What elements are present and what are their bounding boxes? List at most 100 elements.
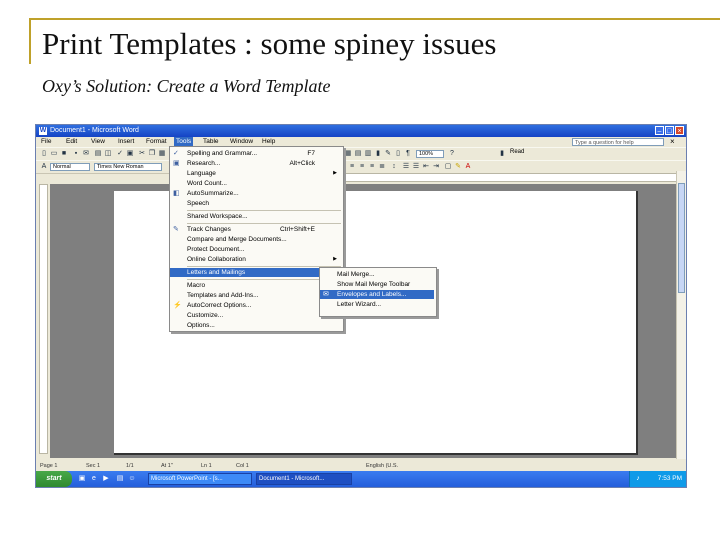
- menu-edit[interactable]: Edit: [64, 137, 79, 147]
- permission-icon[interactable]: ▪: [72, 150, 80, 158]
- start-button[interactable]: start: [36, 471, 72, 487]
- status-page-of: 1/1: [126, 463, 134, 469]
- menu-file[interactable]: File: [39, 137, 53, 147]
- print-preview-icon[interactable]: ◫: [104, 150, 112, 158]
- drawing-icon[interactable]: ✎: [384, 150, 392, 158]
- align-right-icon[interactable]: ≡: [368, 163, 376, 171]
- document-close-icon[interactable]: ×: [670, 137, 675, 147]
- style-select[interactable]: Normal: [50, 163, 90, 171]
- title-bar[interactable]: W Document1 - Microsoft Word – □ ×: [36, 125, 686, 137]
- help-icon[interactable]: ?: [448, 150, 456, 158]
- status-section: Sec 1: [86, 463, 101, 469]
- vertical-scrollbar[interactable]: [676, 171, 686, 459]
- menu-format[interactable]: Format: [144, 137, 169, 147]
- styles-pane-icon[interactable]: A: [40, 163, 48, 171]
- menu-item-options[interactable]: Options...: [170, 321, 341, 330]
- highlight-icon[interactable]: ✎: [454, 163, 462, 171]
- menu-item-word-count[interactable]: Word Count...: [170, 179, 341, 188]
- columns-icon[interactable]: ▮: [374, 150, 382, 158]
- menu-item-speech[interactable]: Speech: [170, 199, 341, 208]
- menu-item-research[interactable]: ▣ Research... Alt+Click: [170, 159, 341, 168]
- menu-item-shared-workspace[interactable]: Shared Workspace...: [170, 212, 341, 221]
- menu-item-letters-and-mailings[interactable]: Letters and Mailings▶: [170, 268, 341, 277]
- print-icon[interactable]: ▤: [94, 150, 102, 158]
- menu-item-language[interactable]: Language ▶: [170, 169, 341, 178]
- window-title: Document1 - Microsoft Word: [50, 127, 139, 134]
- menu-item-envelopes-labels[interactable]: ✉ Envelopes and Labels...: [320, 290, 434, 299]
- status-bar: Page 1 Sec 1 1/1 At 1" Ln 1 Col 1 Englis…: [36, 462, 686, 470]
- slide-title: Print Templates : some spiney issues: [42, 26, 497, 61]
- decrease-indent-icon[interactable]: ⇤: [422, 163, 430, 171]
- scrollbar-thumb[interactable]: [678, 183, 685, 293]
- border-icon[interactable]: ▢: [444, 163, 452, 171]
- read-icon[interactable]: ▮: [498, 150, 506, 158]
- bullets-icon[interactable]: ☰: [412, 163, 420, 171]
- desktop-icon[interactable]: ▤: [116, 475, 124, 483]
- menu-item-customize[interactable]: Customize...: [170, 311, 341, 320]
- status-position: At 1": [161, 463, 173, 469]
- excel-icon[interactable]: ▥: [364, 150, 372, 158]
- maximize-icon[interactable]: □: [665, 126, 674, 135]
- email-icon[interactable]: ✉: [82, 150, 90, 158]
- align-center-icon[interactable]: ≡: [358, 163, 366, 171]
- menu-item-autosummarize[interactable]: ◧ AutoSummarize...: [170, 189, 341, 198]
- menu-item-mail-merge[interactable]: Mail Merge...: [320, 270, 434, 279]
- table-icon[interactable]: ▦: [344, 150, 352, 158]
- menu-item-templates-addins[interactable]: Templates and Add-Ins...: [170, 291, 341, 300]
- paste-icon[interactable]: ▦: [158, 150, 166, 158]
- research-icon[interactable]: ▣: [126, 150, 134, 158]
- status-language: English (U.S.: [366, 463, 399, 469]
- spelling-icon[interactable]: ✓: [116, 150, 124, 158]
- document-map-icon[interactable]: ▯: [394, 150, 402, 158]
- taskbar-item-word[interactable]: Document1 - Microsoft...: [256, 473, 352, 485]
- save-icon[interactable]: ■: [60, 150, 68, 158]
- menu-item-autocorrect[interactable]: ⚡ AutoCorrect Options...: [170, 301, 341, 310]
- open-icon[interactable]: ▭: [50, 150, 58, 158]
- increase-indent-icon[interactable]: ⇥: [432, 163, 440, 171]
- clock: 7:53 PM: [657, 475, 682, 482]
- font-color-icon[interactable]: A: [464, 163, 472, 171]
- letters-mailings-submenu: Mail Merge... Show Mail Merge Toolbar ✉ E…: [319, 267, 437, 317]
- read-button[interactable]: Read: [510, 148, 524, 157]
- menu-separator: [187, 223, 341, 224]
- justify-icon[interactable]: ≣: [378, 163, 386, 171]
- browser-icon[interactable]: e: [90, 475, 98, 483]
- explorer-icon[interactable]: ▣: [78, 475, 86, 483]
- menu-item-track-changes[interactable]: ✎ Track Changes Ctrl+Shift+E: [170, 225, 341, 234]
- align-left-icon[interactable]: ≡: [348, 163, 356, 171]
- menu-item-online-collaboration[interactable]: Online Collaboration ▶: [170, 255, 341, 264]
- menu-item-show-mail-merge-toolbar[interactable]: Show Mail Merge Toolbar: [320, 280, 434, 289]
- status-col: Col 1: [236, 463, 249, 469]
- envelope-icon: ✉: [323, 291, 329, 298]
- formatting-toolbar: A Normal Times New Roman ≡ ≡ ≡ ≣ ↕ ☰ ☰ ⇤…: [36, 160, 686, 174]
- new-document-icon[interactable]: ▯: [40, 150, 48, 158]
- messenger-icon[interactable]: ☺: [128, 475, 136, 483]
- media-icon[interactable]: ▶: [102, 475, 110, 483]
- menu-insert[interactable]: Insert: [116, 137, 136, 147]
- menu-item-compare-merge[interactable]: Compare and Merge Documents...: [170, 235, 341, 244]
- taskbar-item-powerpoint[interactable]: Microsoft PowerPoint - [s...: [148, 473, 252, 485]
- numbering-icon[interactable]: ☰: [402, 163, 410, 171]
- standard-toolbar: ▯ ▭ ■ ▪ ✉ ▤ ◫ ✓ ▣ ✂ ❐ ▦ ▦ ▤ ▥ ▮ ✎ ▯ ¶ 10…: [36, 147, 686, 161]
- insert-table-icon[interactable]: ▤: [354, 150, 362, 158]
- line-spacing-icon[interactable]: ↕: [390, 163, 398, 171]
- system-tray: ♪ 7:53 PM: [629, 471, 686, 487]
- ask-question-input[interactable]: Type a question for help: [572, 138, 664, 146]
- submenu-arrow-icon: ▶: [333, 256, 337, 262]
- close-icon[interactable]: ×: [675, 126, 684, 135]
- autocorrect-icon: ⚡: [173, 302, 182, 309]
- slide-subtitle: Oxy’s Solution: Create a Word Template: [42, 76, 331, 96]
- research-icon: ▣: [173, 160, 180, 167]
- font-select[interactable]: Times New Roman: [94, 163, 162, 171]
- cut-icon[interactable]: ✂: [138, 150, 146, 158]
- tray-speaker-icon[interactable]: ♪: [634, 475, 642, 483]
- menu-item-spelling[interactable]: ✓ Spelling and Grammar... F7: [170, 149, 341, 158]
- menu-view[interactable]: View: [89, 137, 107, 147]
- copy-icon[interactable]: ❐: [148, 150, 156, 158]
- zoom-select[interactable]: 100%: [416, 150, 444, 158]
- menu-item-macro[interactable]: Macro▶: [170, 281, 341, 290]
- minimize-icon[interactable]: –: [655, 126, 664, 135]
- menu-item-protect-document[interactable]: Protect Document...: [170, 245, 341, 254]
- show-hide-icon[interactable]: ¶: [404, 150, 412, 158]
- menu-item-letter-wizard[interactable]: Letter Wizard...: [320, 300, 434, 309]
